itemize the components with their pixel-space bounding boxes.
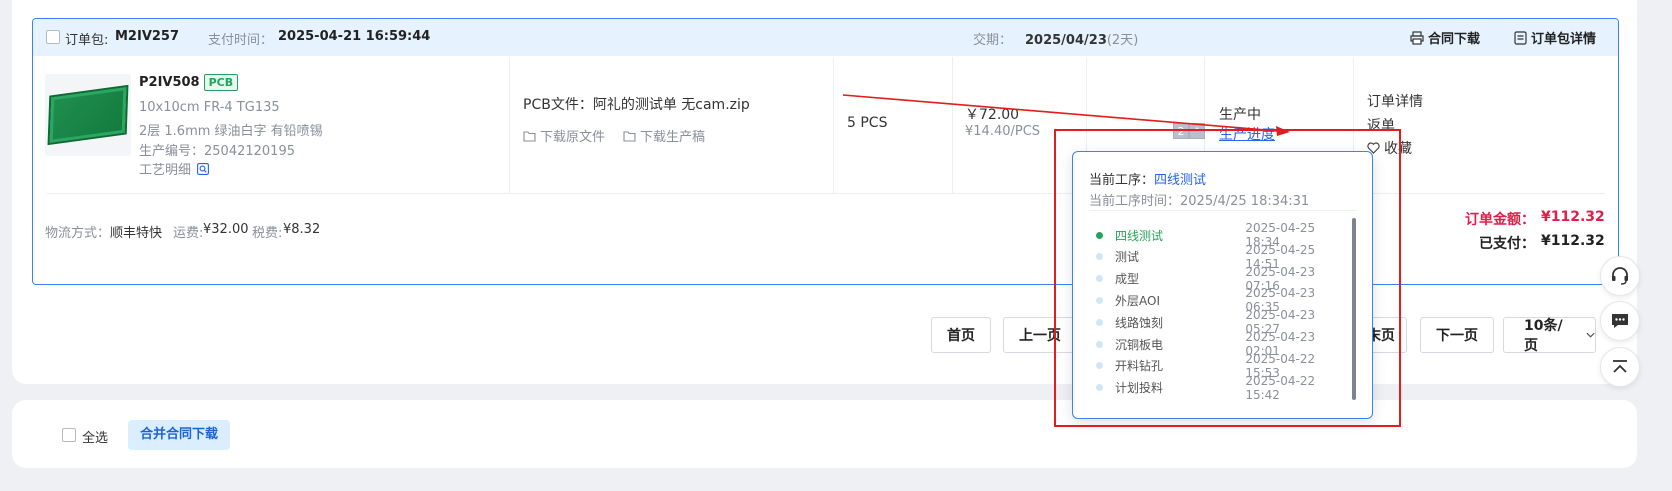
annotation-arrow [842, 94, 1290, 136]
